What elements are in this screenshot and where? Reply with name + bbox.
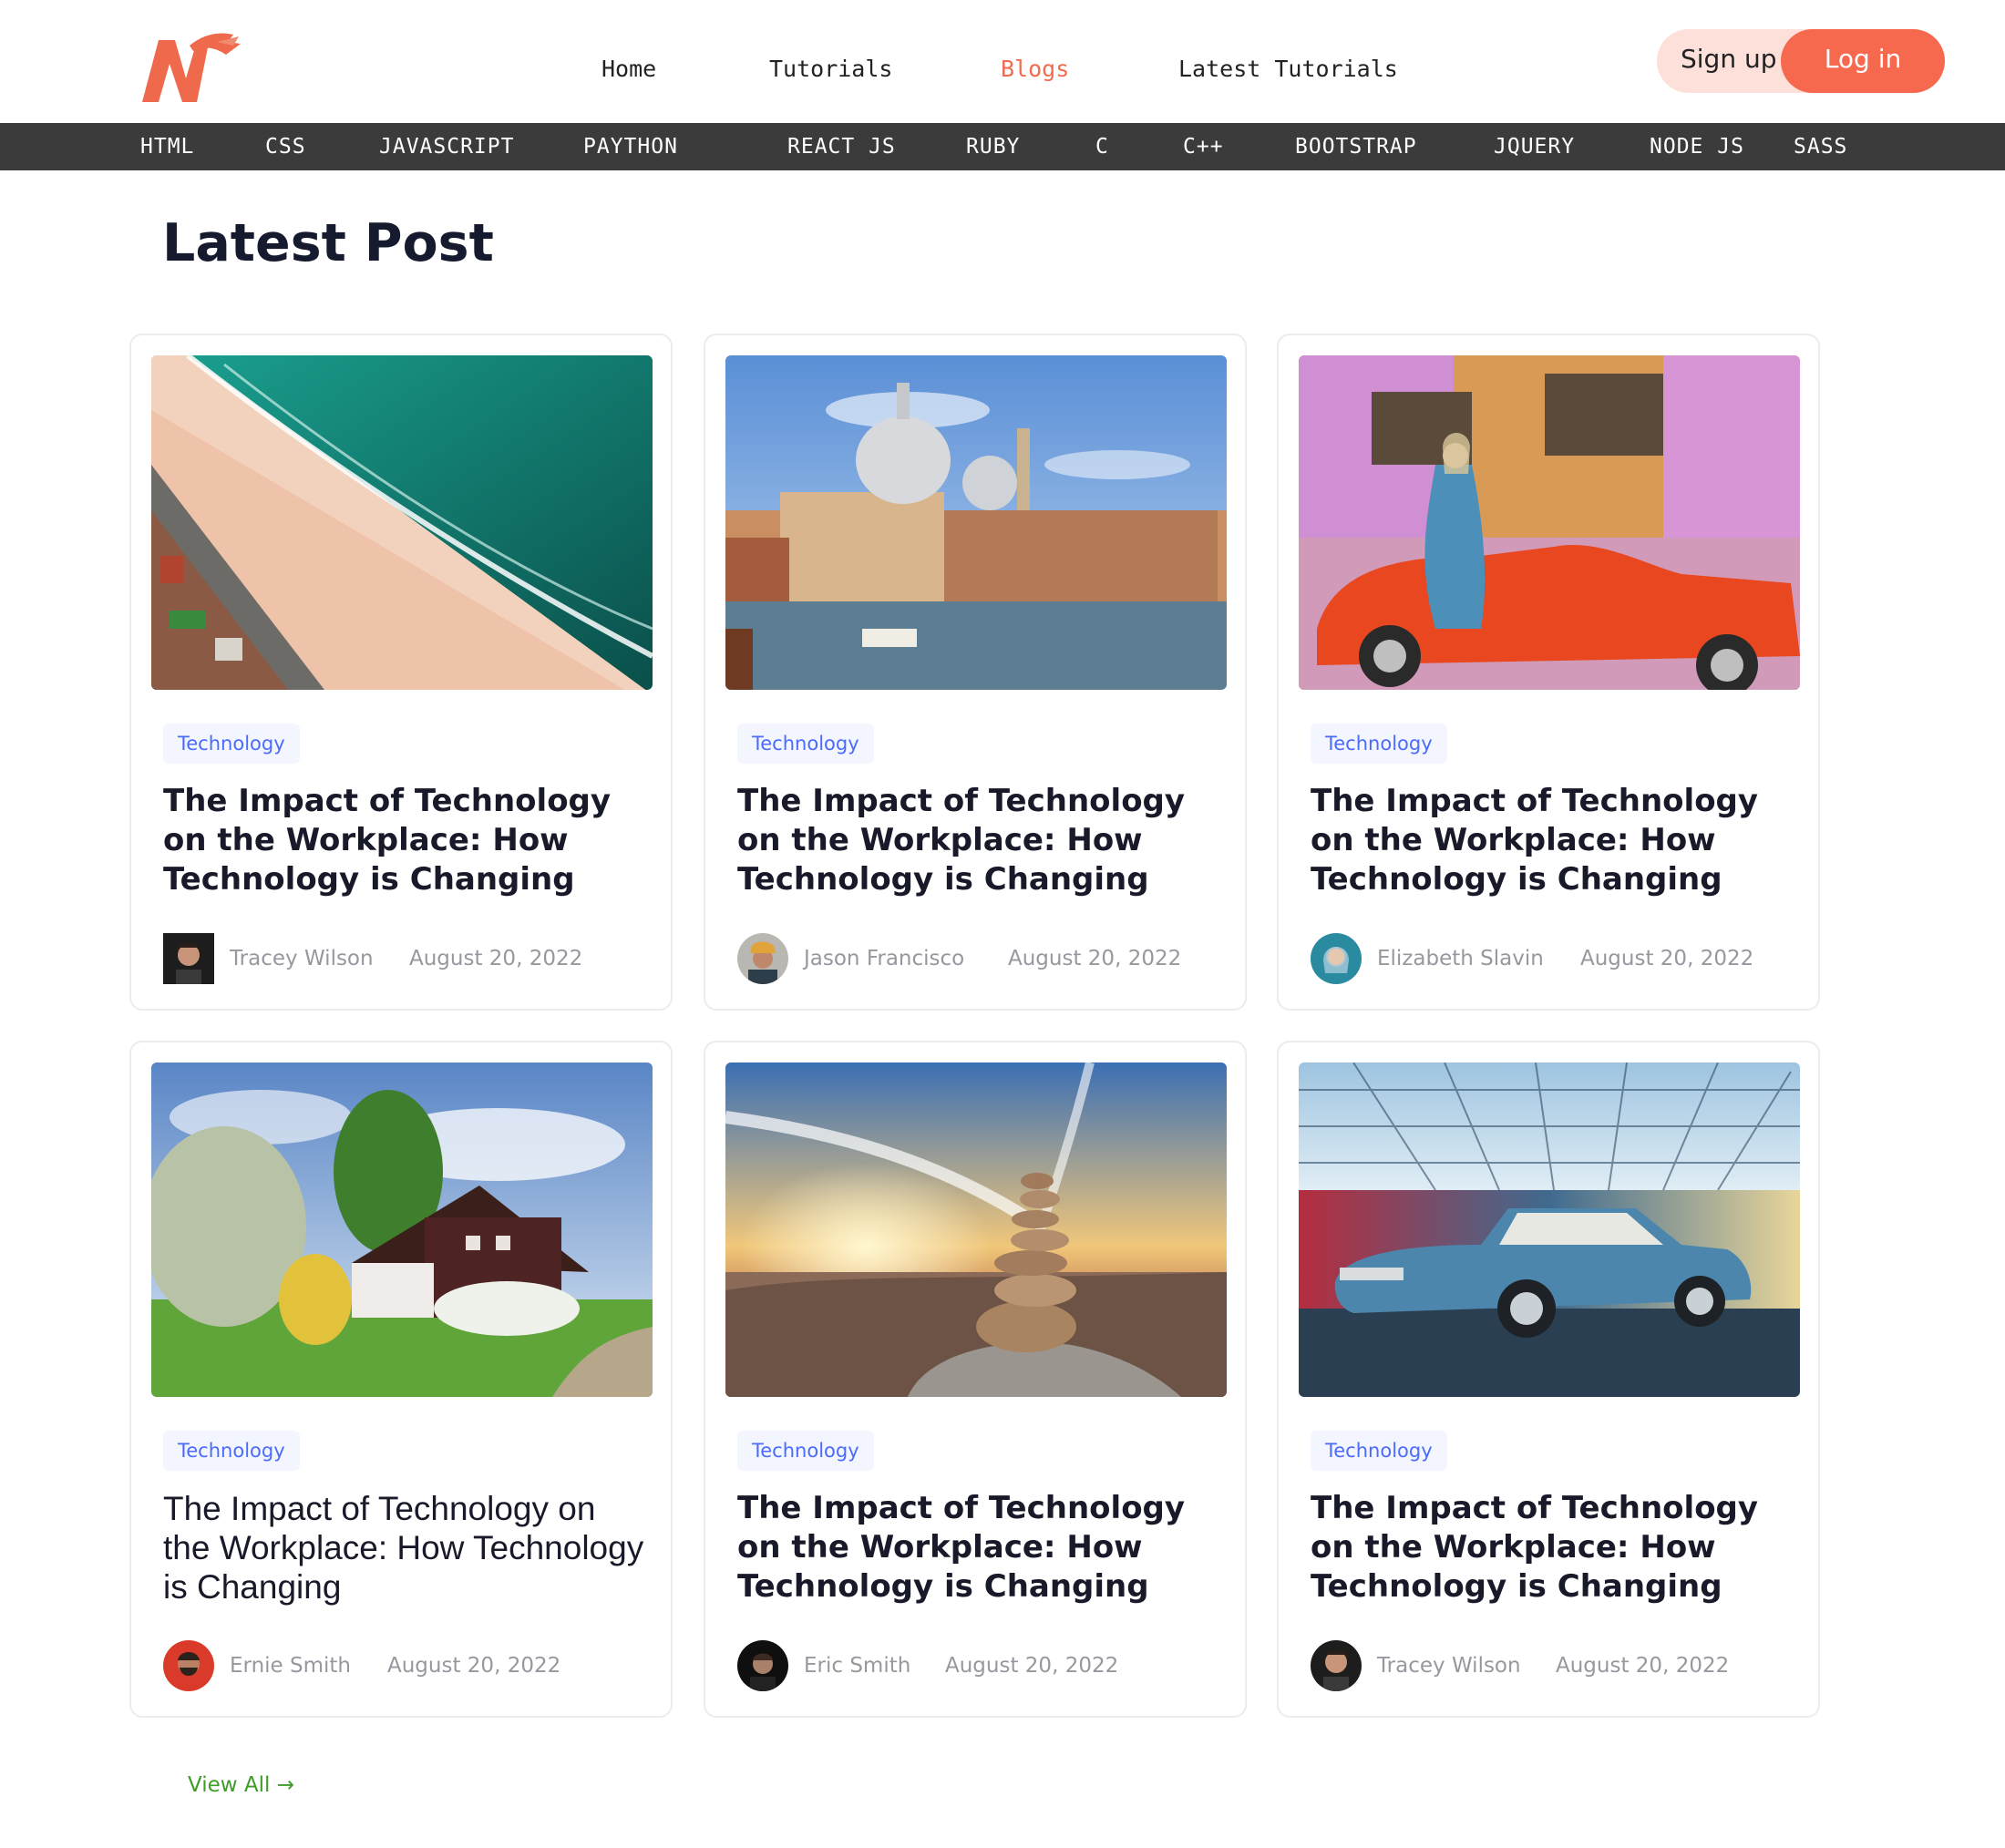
author-name: Tracey Wilson — [1377, 1654, 1521, 1678]
category-bar: HTML CSS JAVASCRIPT PAYTHON REACT JS RUB… — [0, 123, 2005, 170]
post-meta: Ernie Smith August 20, 2022 — [163, 1640, 655, 1691]
post-tag[interactable]: Technology — [1311, 1431, 1447, 1471]
post-image[interactable] — [151, 355, 653, 690]
post-image[interactable] — [725, 1063, 1227, 1397]
post-title[interactable]: The Impact of Technology on the Workplac… — [1311, 1489, 1792, 1607]
auth-buttons: Sign up Log in — [1657, 29, 1945, 93]
signup-button[interactable]: Sign up — [1681, 29, 1777, 93]
category-sass[interactable]: SASS — [1794, 134, 1847, 159]
author-name: Jason Francisco — [804, 947, 965, 970]
post-card[interactable]: Technology The Impact of Technology on t… — [129, 1041, 673, 1718]
login-button[interactable]: Log in — [1781, 29, 1945, 93]
post-title[interactable]: The Impact of Technology on the Workplac… — [163, 782, 644, 899]
author-name: Elizabeth Slavin — [1377, 947, 1544, 970]
post-tag[interactable]: Technology — [1311, 724, 1447, 764]
author-avatar — [163, 1640, 214, 1691]
post-title[interactable]: The Impact of Technology on the Workplac… — [163, 1489, 644, 1607]
view-all-link[interactable]: View All → — [188, 1772, 294, 1798]
post-tag[interactable]: Technology — [737, 1431, 874, 1471]
post-title[interactable]: The Impact of Technology on the Workplac… — [1311, 782, 1792, 899]
category-c[interactable]: C — [1095, 134, 1109, 159]
post-meta: Tracey Wilson August 20, 2022 — [163, 933, 655, 984]
post-title[interactable]: The Impact of Technology on the Workplac… — [737, 1489, 1218, 1607]
nav-blogs[interactable]: Blogs — [1001, 55, 1069, 84]
category-bootstrap[interactable]: BOOTSTRAP — [1295, 134, 1417, 159]
post-image[interactable] — [725, 355, 1227, 690]
category-css[interactable]: CSS — [265, 134, 306, 159]
author-avatar — [1311, 1640, 1362, 1691]
post-tag[interactable]: Technology — [163, 1431, 300, 1471]
post-date: August 20, 2022 — [1580, 947, 1754, 970]
post-meta: Jason Francisco August 20, 2022 — [737, 933, 1229, 984]
post-date: August 20, 2022 — [1008, 947, 1182, 970]
category-javascript[interactable]: JAVASCRIPT — [379, 134, 514, 159]
author-avatar — [737, 933, 788, 984]
post-card[interactable]: Technology The Impact of Technology on t… — [129, 334, 673, 1011]
post-date: August 20, 2022 — [409, 947, 583, 970]
post-card[interactable]: Technology The Impact of Technology on t… — [704, 1041, 1247, 1718]
author-name: Ernie Smith — [230, 1654, 352, 1678]
category-ruby[interactable]: RUBY — [966, 134, 1020, 159]
author-avatar — [163, 933, 214, 984]
author-avatar — [1311, 933, 1362, 984]
post-image[interactable] — [1299, 1063, 1800, 1397]
post-date: August 20, 2022 — [1556, 1654, 1730, 1678]
nav-latest-tutorials[interactable]: Latest Tutorials — [1178, 55, 1398, 84]
post-title[interactable]: The Impact of Technology on the Workplac… — [737, 782, 1218, 899]
post-card[interactable]: Technology The Impact of Technology on t… — [1277, 1041, 1820, 1718]
category-node-js[interactable]: NODE JS — [1650, 134, 1744, 159]
post-image[interactable] — [151, 1063, 653, 1397]
section-title: Latest Post — [162, 213, 494, 273]
post-meta: Eric Smith August 20, 2022 — [737, 1640, 1229, 1691]
nav-tutorials[interactable]: Tutorials — [769, 55, 892, 84]
author-name: Tracey Wilson — [230, 947, 374, 970]
post-card[interactable]: Technology The Impact of Technology on t… — [1277, 334, 1820, 1011]
post-meta: Tracey Wilson August 20, 2022 — [1311, 1640, 1803, 1691]
category-jquery[interactable]: JQUERY — [1494, 134, 1575, 159]
nav-home[interactable]: Home — [602, 55, 656, 84]
post-date: August 20, 2022 — [387, 1654, 561, 1678]
post-card[interactable]: Technology The Impact of Technology on t… — [704, 334, 1247, 1011]
author-name: Eric Smith — [804, 1654, 911, 1678]
category-react-js[interactable]: REACT JS — [787, 134, 896, 159]
category-python[interactable]: PAYTHON — [583, 134, 678, 159]
category-cpp[interactable]: C++ — [1183, 134, 1224, 159]
category-html[interactable]: HTML — [140, 134, 194, 159]
post-tag[interactable]: Technology — [737, 724, 874, 764]
post-date: August 20, 2022 — [945, 1654, 1119, 1678]
post-tag[interactable]: Technology — [163, 724, 300, 764]
post-image[interactable] — [1299, 355, 1800, 690]
author-avatar — [737, 1640, 788, 1691]
site-header: Home Tutorials Blogs Latest Tutorials Si… — [0, 0, 2005, 123]
post-meta: Elizabeth Slavin August 20, 2022 — [1311, 933, 1803, 984]
brand-logo-icon[interactable] — [139, 27, 244, 106]
